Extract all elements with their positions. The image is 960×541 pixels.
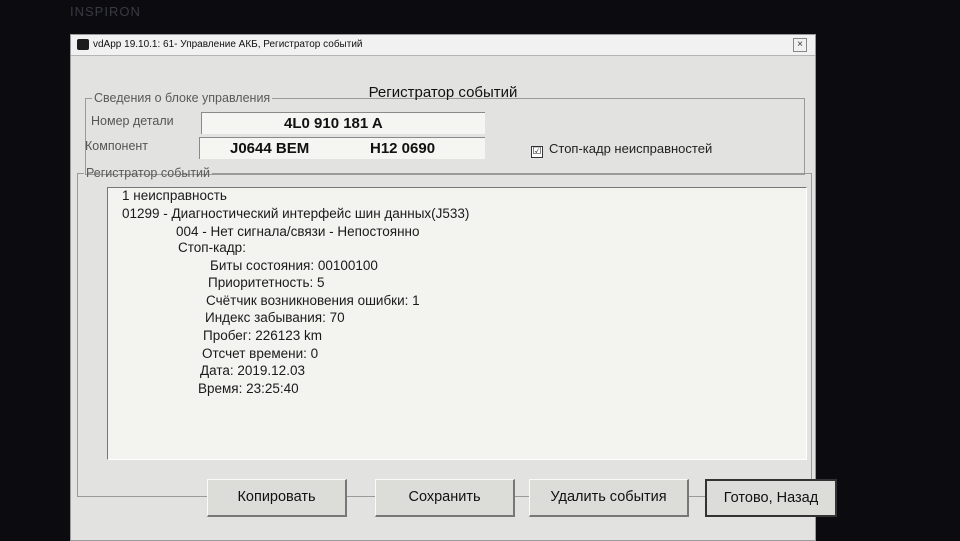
log-line: Приоритетность: 5 — [208, 275, 325, 290]
freeze-frame-checkbox[interactable]: ☑ Стоп-кадр неисправностей — [531, 141, 712, 158]
close-icon[interactable]: × — [793, 38, 807, 52]
log-line: Дата: 2019.12.03 — [200, 363, 305, 378]
log-line: 004 - Нет сигнала/связи - Непостоянно — [176, 224, 420, 239]
log-line: Время: 23:25:40 — [198, 381, 299, 396]
component-field: J0644 BEM H12 0690 — [199, 137, 485, 159]
log-line: Пробег: 226123 km — [203, 328, 323, 343]
part-number-value: 4L0 910 181 A — [284, 115, 383, 132]
page-title: Регистратор событий — [368, 84, 518, 101]
event-log-window: vdApp 19.10.1: 61- Управление АКБ, Регис… — [70, 34, 837, 541]
done-back-button[interactable]: Готово, Назад — [705, 479, 837, 517]
component-label: Компонент — [85, 139, 149, 153]
delete-events-button[interactable]: Удалить события — [529, 479, 689, 517]
title-bar: vdApp 19.10.1: 61- Управление АКБ, Регис… — [71, 35, 815, 56]
log-line: Счётчик возникновения ошибки: 1 — [206, 293, 420, 308]
log-line: Стоп-кадр: — [178, 240, 246, 255]
freeze-frame-label: Стоп-кадр неисправностей — [549, 141, 713, 156]
log-line: 01299 - Диагностический интерфейс шин да… — [122, 206, 470, 221]
log-line: Биты состояния: 00100100 — [210, 258, 378, 273]
event-log-textarea[interactable]: 1 неисправность 01299 - Диагностический … — [107, 187, 807, 460]
part-number-label: Номер детали — [91, 114, 174, 128]
component-code: J0644 BEM — [230, 140, 310, 157]
window-title: vdApp 19.10.1: 61- Управление АКБ, Регис… — [93, 39, 363, 50]
log-line: Индекс забывания: 70 — [205, 310, 345, 325]
event-log-legend: Регистратор событий — [86, 166, 211, 180]
copy-button[interactable]: Копировать — [207, 479, 347, 517]
log-line: Отсчет времени: 0 — [202, 346, 319, 361]
app-icon — [77, 39, 89, 50]
log-line: 1 неисправность — [122, 188, 227, 203]
bezel-brand-label: INSPIRON — [70, 4, 141, 19]
component-version: H12 0690 — [370, 140, 436, 157]
save-button[interactable]: Сохранить — [375, 479, 515, 517]
part-number-field: 4L0 910 181 A — [201, 112, 485, 134]
checkbox-check-icon[interactable]: ☑ — [531, 146, 543, 158]
